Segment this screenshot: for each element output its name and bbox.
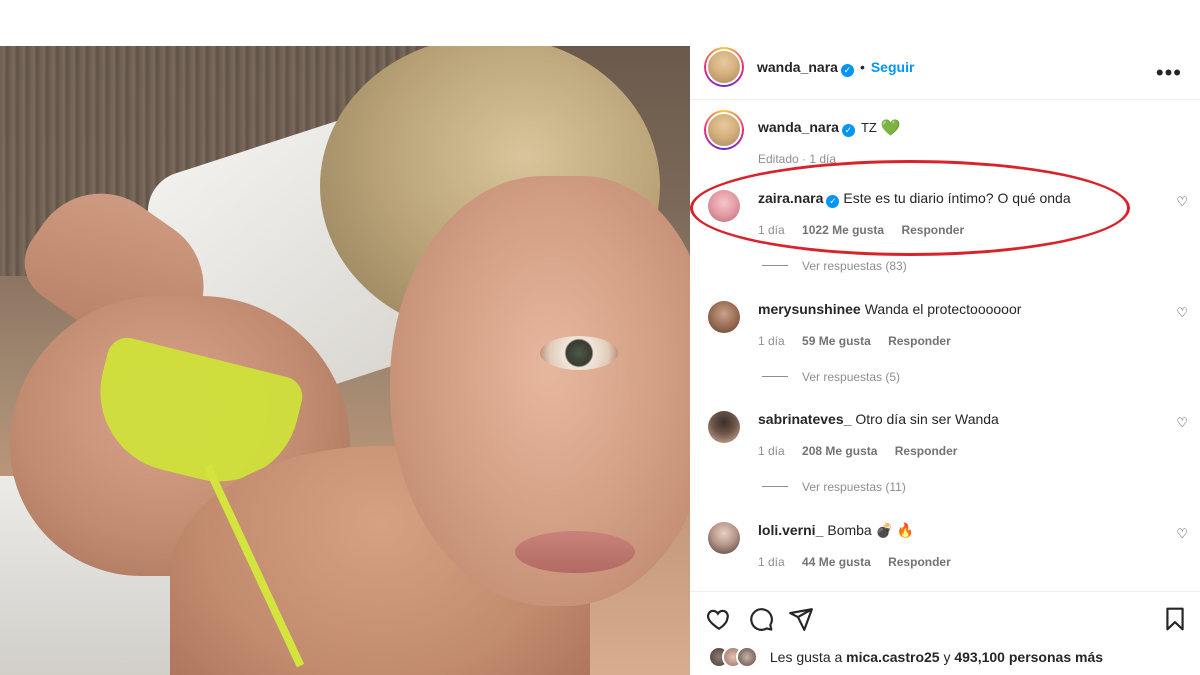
reply-button[interactable]: Responder [888,334,951,348]
comment-likes[interactable]: 1022 Me gusta [802,223,884,237]
header-author-line: wanda_nara ✓ • Seguir [757,59,914,77]
likes-count[interactable]: 493,100 personas más [954,649,1103,665]
post-header: wanda_nara ✓ • Seguir ••• [690,46,1200,100]
top-blank-band [0,0,1200,46]
replies-divider-line [762,376,788,377]
comment-time: 1 día [758,223,785,237]
caption-text: TZ [860,120,877,135]
comment-line: loli.verni_ Bomba 💣 🔥 [758,522,914,539]
replies-divider-line [762,265,788,266]
comment-username[interactable]: sabrinateves_ [758,411,851,427]
comment-text: Este es tu diario íntimo? O qué onda [843,190,1071,206]
post-action-bar [690,591,1200,639]
caption-line: wanda_nara ✓ TZ 💚 [758,118,901,138]
comment-text: Bomba 💣 🔥 [827,522,915,538]
view-replies-link[interactable]: Ver respuestas (5) [762,370,900,384]
comment-username[interactable]: loli.verni_ [758,522,823,538]
separator-dot: • [859,59,865,75]
comment-item: merysunshinee Wanda el protectoooooor 1 d… [690,301,1200,411]
eye-shape [540,336,618,370]
like-heart-icon[interactable] [706,606,732,632]
share-paper-plane-icon[interactable] [788,606,814,632]
commenter-avatar[interactable] [708,190,740,222]
author-avatar[interactable] [704,47,744,87]
verified-badge-icon: ✓ [841,124,855,137]
likes-connector: y [943,649,951,665]
comments-panel: wanda_nara ✓ • Seguir ••• wanda_nara ✓ TZ 💚 Ed… [690,46,1200,675]
comment-meta: 1 día 208 Me gusta Responder [758,444,971,458]
reply-button[interactable]: Responder [901,223,964,237]
comment-item: sabrinateves_ Otro día sin ser Wanda 1 dí… [690,411,1200,521]
likes-prefix: Les gusta a [769,649,843,665]
comment-likes[interactable]: 59 Me gusta [802,334,871,348]
comment-meta: 1 día 1022 Me gusta Responder [758,223,978,237]
likes-first-user[interactable]: mica.castro25 [846,649,939,665]
likes-summary: Les gusta a mica.castro25 y 493,100 pers… [708,646,1103,674]
comment-item: zaira.nara ✓ Este es tu diario íntimo? O q… [690,190,1200,300]
liker-avatar[interactable] [736,646,758,668]
comment-username[interactable]: zaira.nara [758,190,823,206]
comment-line: sabrinateves_ Otro día sin ser Wanda [758,411,999,427]
commenter-avatar[interactable] [708,522,740,554]
likes-text[interactable]: Les gusta a mica.castro25 y 493,100 pers… [770,649,1103,665]
comment-line: merysunshinee Wanda el protectoooooor [758,301,1021,317]
view-replies-link[interactable]: Ver respuestas (83) [762,259,907,273]
comment-likes[interactable]: 44 Me gusta [802,555,871,569]
comment-like-heart-icon[interactable]: ♡ [1176,194,1188,210]
green-heart-emoji: 💚 [880,120,901,137]
comment-meta: 1 día 59 Me gusta Responder [758,334,965,348]
comment-like-heart-icon[interactable]: ♡ [1176,526,1188,542]
save-bookmark-icon[interactable] [1162,606,1188,632]
lips-shape [515,531,635,573]
commenter-avatar[interactable] [708,301,740,333]
verified-badge-icon: ✓ [826,195,840,208]
caption-author-avatar[interactable] [704,110,744,150]
commenter-avatar[interactable] [708,411,740,443]
comment-username[interactable]: merysunshinee [758,301,861,317]
reply-button[interactable]: Responder [888,555,951,569]
reply-button[interactable]: Responder [895,444,958,458]
comment-bubble-icon[interactable] [748,606,774,632]
caption-author-username[interactable]: wanda_nara [758,119,839,135]
author-username[interactable]: wanda_nara [757,59,838,75]
comment-time: 1 día [758,555,785,569]
comment-time: 1 día [758,444,785,458]
comment-meta: 1 día 44 Me gusta Responder [758,555,965,569]
comment-text: Otro día sin ser Wanda [855,411,999,427]
comment-text: Wanda el protectoooooor [864,301,1022,317]
view-replies-link[interactable]: Ver respuestas (11) [762,480,906,494]
more-options-icon[interactable]: ••• [1156,60,1182,86]
verified-badge-icon: ✓ [840,64,854,77]
comment-like-heart-icon[interactable]: ♡ [1176,305,1188,321]
post-photo[interactable] [0,46,690,675]
replies-divider-line [762,486,788,487]
comment-like-heart-icon[interactable]: ♡ [1176,415,1188,431]
comment-time: 1 día [758,334,785,348]
comment-likes[interactable]: 208 Me gusta [802,444,877,458]
comment-line: zaira.nara ✓ Este es tu diario íntimo? O q… [758,190,1071,208]
follow-button[interactable]: Seguir [871,59,915,75]
